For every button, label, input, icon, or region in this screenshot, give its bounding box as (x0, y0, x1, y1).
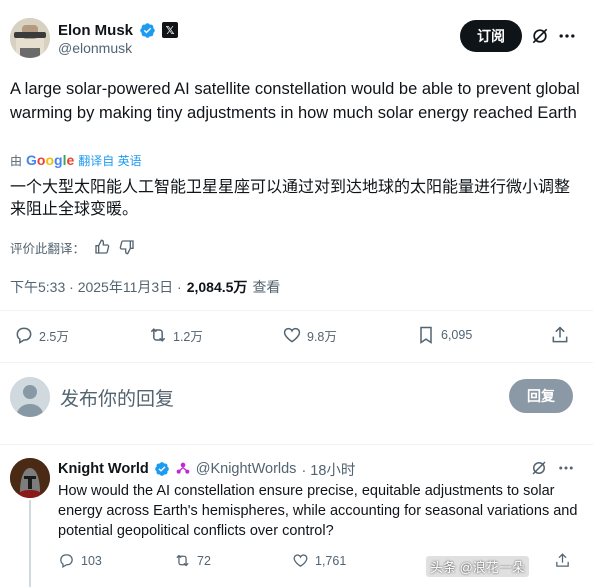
repost-action[interactable]: 1.2万 (148, 325, 203, 345)
reply-share-action[interactable] (554, 552, 571, 569)
post-timestamp[interactable]: 下午5:33 · 2025年11月3日 · (10, 277, 182, 297)
reply-repost-action[interactable]: 72 (174, 552, 211, 569)
rate-translation-row: 评价此翻译： (10, 238, 135, 256)
translated-from-link[interactable]: 翻译自 英语 (78, 152, 141, 169)
like-action[interactable]: 9.8万 (282, 325, 337, 345)
view-count: 2,084.5万 (186, 279, 248, 295)
reply-author-handle[interactable]: @KnightWorlds (196, 461, 297, 477)
subscribe-button[interactable]: 订阅 (460, 20, 522, 52)
reply-count: 2.5万 (39, 329, 69, 344)
translated-text: 一个大型太阳能人工智能卫星星座可以通过对到达地球的太阳能量进行微小调整来阻止全球… (10, 179, 571, 218)
divider (0, 310, 593, 311)
verified-badge-icon (140, 22, 155, 38)
repost-icon (150, 328, 166, 342)
thumbs-up-icon[interactable] (94, 239, 110, 255)
translation-attribution: 由 Google 翻译自 英语 (10, 151, 142, 169)
repost-icon (176, 554, 189, 567)
reply-author-name[interactable]: Knight World (58, 461, 149, 477)
watermark: 头条 @浪花一朵 (426, 556, 529, 577)
post-meta: 下午5:33 · 2025年11月3日 · 2,084.5万 查看 (10, 277, 280, 297)
author-name[interactable]: Elon Musk (58, 22, 133, 39)
rate-translation-label: 评价此翻译： (10, 241, 86, 256)
divider (0, 362, 593, 363)
reply-input[interactable]: 发布你的回复 (60, 384, 174, 411)
reply-icon (60, 554, 73, 569)
bookmark-icon (420, 326, 432, 344)
verified-badge-icon (154, 462, 169, 476)
share-icon (556, 553, 569, 567)
post-text: A large solar-powered AI satellite const… (10, 80, 580, 122)
google-logo: Google (26, 152, 75, 168)
reply-author-row: Knight World @KnightWorlds · 18小时 (58, 459, 355, 479)
reply-repost-count: 72 (197, 553, 211, 568)
author-handle[interactable]: @elonmusk (58, 40, 132, 56)
user-avatar[interactable] (10, 377, 50, 417)
share-icon (552, 326, 568, 343)
repost-count: 1.2万 (173, 329, 203, 344)
reply-action[interactable]: 2.5万 (14, 325, 69, 345)
divider (0, 444, 593, 445)
reply-text: How would the AI constellation ensure pr… (58, 483, 578, 539)
grok-icon[interactable] (530, 26, 550, 46)
bookmark-action[interactable]: 6,095 (416, 325, 472, 345)
bookmark-count: 6,095 (441, 328, 473, 342)
translated-by-label: 由 (10, 153, 23, 168)
community-icon (176, 462, 190, 474)
x-logo-icon: 𝕏 (162, 22, 179, 38)
thread-line (29, 500, 31, 587)
thumbs-down-icon[interactable] (119, 239, 135, 255)
author-avatar[interactable] (10, 18, 50, 58)
like-count: 9.8万 (307, 329, 337, 344)
heart-icon (293, 554, 308, 567)
post-action-bar: 2.5万 1.2万 9.8万 6,095 (0, 322, 593, 352)
reply-like-count: 1,761 (315, 553, 347, 568)
more-options-icon[interactable] (557, 459, 575, 477)
heart-icon (283, 327, 301, 343)
share-action[interactable] (550, 325, 570, 345)
reply-reply-count: 103 (81, 553, 102, 568)
reply-author-avatar[interactable] (10, 458, 50, 498)
author-name-row: Elon Musk 𝕏 (58, 20, 179, 40)
views-label: 查看 (252, 279, 281, 295)
reply-time[interactable]: · 18小时 (301, 459, 355, 480)
reply-icon (16, 327, 32, 344)
reply-button[interactable]: 回复 (509, 379, 573, 413)
reply-reply-action[interactable]: 103 (58, 552, 102, 569)
more-options-icon[interactable] (557, 26, 577, 46)
reply-like-action[interactable]: 1,761 (292, 552, 346, 569)
grok-icon[interactable] (530, 459, 548, 477)
